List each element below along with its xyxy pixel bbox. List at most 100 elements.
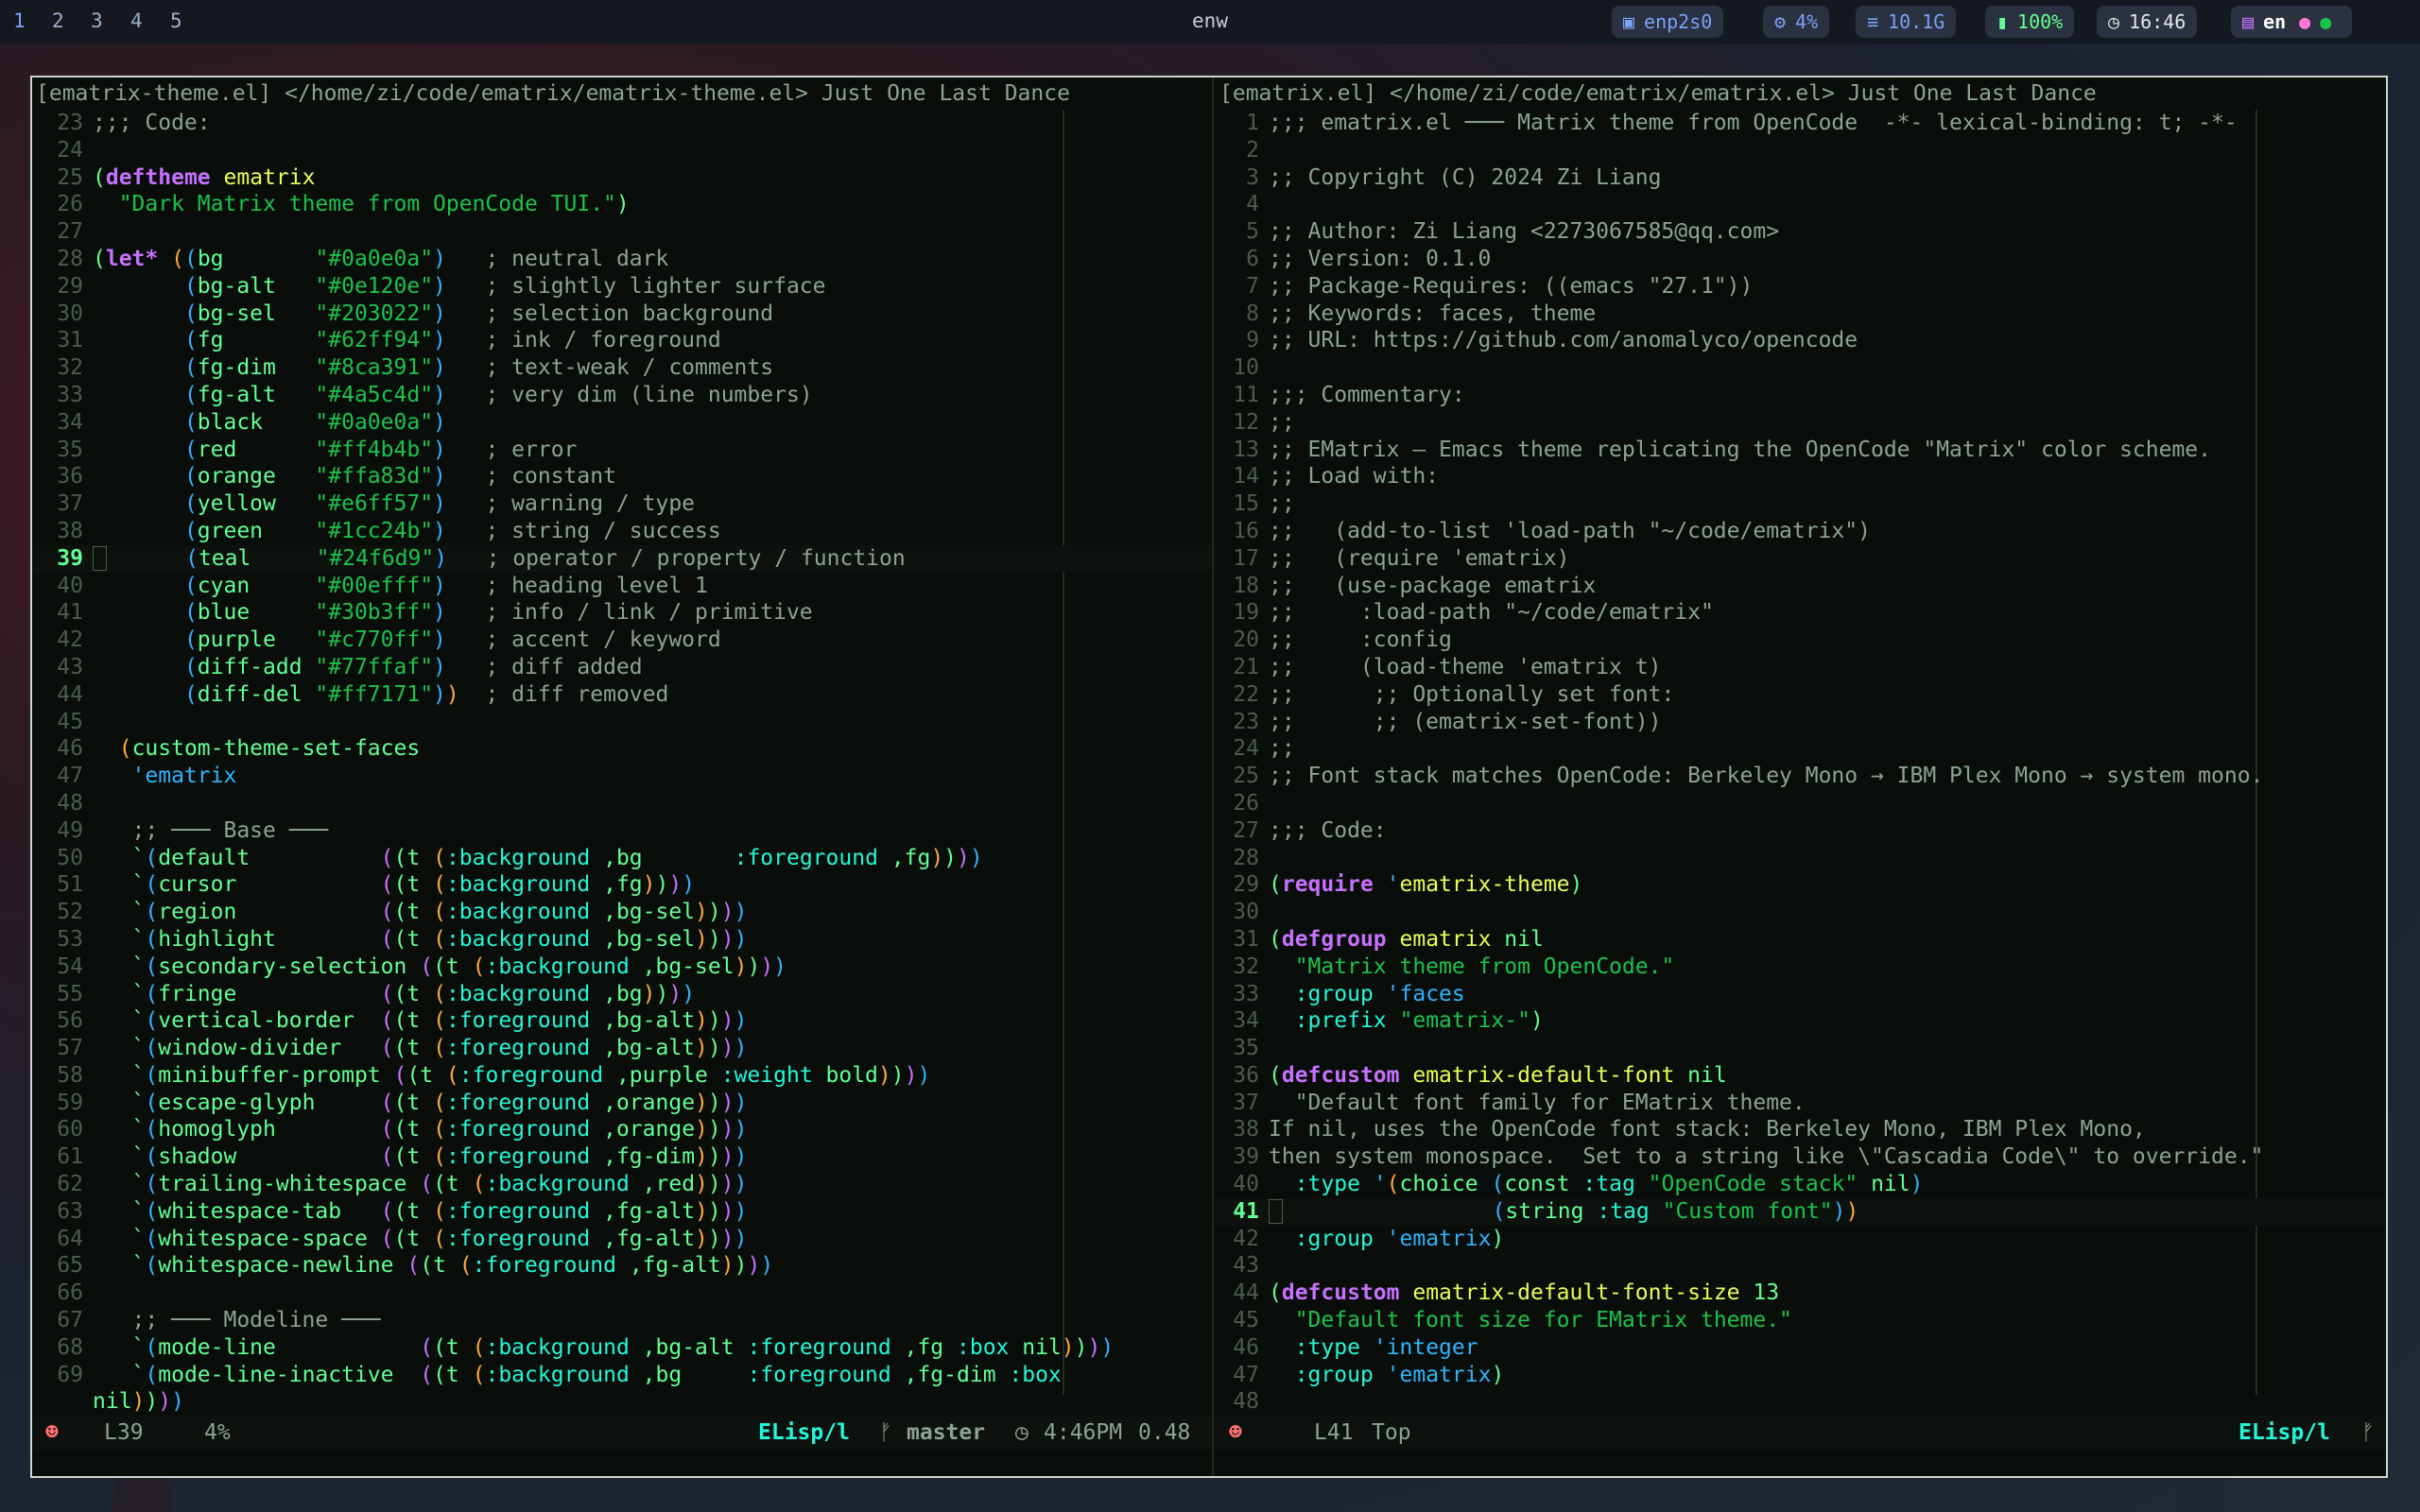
git-branch-icon: ᚠ bbox=[2361, 1420, 2375, 1445]
cpu-widget[interactable]: ⚙ 4% bbox=[1763, 6, 1830, 38]
major-mode[interactable]: ELisp/l bbox=[758, 1416, 850, 1450]
code-line: 64 `(whitespace-space ((t (:foreground ,… bbox=[57, 1226, 748, 1251]
code-line: 28 bbox=[1233, 845, 1259, 870]
code-line: 17;; (require 'ematrix) bbox=[1233, 545, 1570, 571]
code-line: 24 bbox=[57, 137, 83, 163]
code-line: 37 "Default font family for EMatrix them… bbox=[1233, 1090, 1806, 1115]
code-line: 67 ;; ─── Modeline ─── bbox=[57, 1308, 381, 1333]
code-line: 5;; Author: Zi Liang <2273067585@qq.com> bbox=[1246, 219, 1780, 245]
code-line: 45 bbox=[57, 709, 83, 734]
code-line: 33 :group 'faces bbox=[1233, 981, 1465, 1006]
cpu-label: 4% bbox=[1795, 10, 1819, 33]
code-line: 51 `(cursor ((t (:background ,fg)))) bbox=[57, 872, 696, 898]
code-line: 68 `(mode-line ((t (:background ,bg-alt … bbox=[57, 1334, 1115, 1360]
emacs-frame: [ematrix-theme.el] </home/zi/code/ematri… bbox=[30, 76, 2388, 1478]
cat-icon[interactable]: ● bbox=[2299, 6, 2310, 38]
git-branch[interactable]: master bbox=[907, 1416, 985, 1450]
memory-label: 10.1G bbox=[1888, 10, 1945, 33]
clock-icon: ◷ bbox=[2108, 10, 2120, 33]
memory-widget[interactable]: ≡ 10.1G bbox=[1856, 6, 1957, 38]
code-line: 25 (deftheme ematrix bbox=[57, 164, 316, 190]
current-line: 41 (string :tag "Custom font")) bbox=[1216, 1197, 2386, 1226]
wechat-icon[interactable]: ● bbox=[2320, 6, 2331, 38]
code-line: 27 bbox=[57, 219, 83, 245]
network-label: enp2s0 bbox=[1644, 10, 1713, 33]
code-line: 29 (bg-alt "#0e120e") ; slightly lighter… bbox=[57, 273, 826, 299]
code-line: 35 bbox=[1233, 1036, 1259, 1061]
right-mode-line[interactable]: ☻ L41 Top ELisp/l ᚠ bbox=[1216, 1416, 2386, 1450]
cursor bbox=[1269, 1199, 1283, 1225]
code-line: 44 (diff-del "#ff7171")) ; diff removed bbox=[57, 681, 669, 707]
left-header-line: [ematrix-theme.el] </home/zi/code/ematri… bbox=[36, 81, 1070, 106]
clock-widget[interactable]: ◷ 16:46 bbox=[2097, 6, 2198, 38]
code-line: 49 ;; ─── Base ─── bbox=[57, 817, 329, 843]
code-line: 32 (fg-dim "#8ca391") ; text-weak / comm… bbox=[57, 355, 774, 381]
code-line: 66 bbox=[57, 1280, 83, 1306]
code-line: 19;; :load-path "~/code/ematrix" bbox=[1233, 600, 1714, 626]
code-line: 63 `(whitespace-tab ((t (:foreground ,fg… bbox=[57, 1198, 748, 1224]
code-line: 41 (blue "#30b3ff") ; info / link / prim… bbox=[57, 600, 813, 626]
code-line: 32 "Matrix theme from OpenCode." bbox=[1233, 954, 1675, 979]
code-line: 43 bbox=[1233, 1253, 1259, 1279]
code-line: 57 `(window-divider ((t (:foreground ,bg… bbox=[57, 1036, 748, 1061]
code-line: 36 (defcustom ematrix-default-font nil bbox=[1233, 1062, 1727, 1088]
code-line: 1;;; ematrix.el ─── Matrix theme from Op… bbox=[1246, 111, 2238, 135]
code-line: 54 `(secondary-selection ((t (:backgroun… bbox=[57, 954, 787, 979]
code-line: 28 (let* ((bg "#0a0e0a") ; neutral dark bbox=[57, 246, 669, 271]
code-line: 6;; Version: 0.1.0 bbox=[1246, 246, 1492, 271]
code-line: 10 bbox=[1233, 355, 1259, 381]
code-line: 8;; Keywords: faces, theme bbox=[1246, 301, 1597, 326]
top-bar: 1 2 3 4 5 enw ▣ enp2s0 ⚙ 4% ≡ 10.1G ▮ 100% ◷… bbox=[0, 0, 2420, 43]
lang-label: en bbox=[2263, 10, 2287, 33]
major-mode[interactable]: ELisp/l bbox=[2238, 1416, 2330, 1450]
code-line: 34 (black "#0a0e0a") bbox=[57, 409, 446, 435]
code-line: 50 `(default ((t (:background ,bg :foreg… bbox=[57, 845, 983, 870]
code-line: 60 `(homoglyph ((t (:foreground ,orange)… bbox=[57, 1117, 748, 1143]
code-line: 30 (bg-sel "#203022") ; selection backgr… bbox=[57, 301, 774, 326]
right-header-line: [ematrix.el] </home/zi/code/ematrix/emat… bbox=[1219, 81, 2097, 106]
tray-app-icon[interactable]: ▤ bbox=[2242, 6, 2254, 38]
code-line: 48 bbox=[57, 790, 83, 816]
line-position: L41 bbox=[1314, 1420, 1354, 1445]
code-line: 43 (diff-add "#77ffaf") ; diff added bbox=[57, 654, 643, 679]
clock-icon: ◷ bbox=[1015, 1420, 1028, 1445]
code-line: 7;; Package-Requires: ((emacs "27.1")) bbox=[1246, 273, 1754, 299]
left-window[interactable]: [ematrix-theme.el] </home/zi/code/ematri… bbox=[32, 77, 1212, 1476]
network-widget[interactable]: ▣ enp2s0 bbox=[1612, 6, 1724, 38]
code-line: 23;; ;; (ematrix-set-font)) bbox=[1233, 709, 1662, 734]
cpu-icon: ⚙ bbox=[1774, 10, 1787, 33]
tray-widget[interactable]: ▤ en ● ● bbox=[2231, 6, 2353, 38]
code-line: 31 (defgroup ematrix nil bbox=[1233, 926, 1544, 952]
code-line: 16;; (add-to-list 'load-path "~/code/ema… bbox=[1233, 518, 1871, 543]
code-line: 62 `(trailing-whitespace ((t (:backgroun… bbox=[57, 1172, 748, 1197]
code-line: 12;; bbox=[1233, 409, 1295, 435]
right-buffer[interactable]: 1;;; ematrix.el ─── Matrix theme from Op… bbox=[1216, 110, 2386, 1416]
code-line: 61 `(shadow ((t (:foreground ,fg-dim)))) bbox=[57, 1144, 748, 1170]
code-line: 26 "Dark Matrix theme from OpenCode TUI.… bbox=[57, 192, 630, 217]
code-line: 42 (purple "#c770ff") ; accent / keyword bbox=[57, 627, 721, 653]
cursor bbox=[93, 546, 107, 572]
load-average: 0.48 bbox=[1138, 1420, 1191, 1445]
code-line: 40 :type '(choice (const :tag "OpenCode … bbox=[1233, 1172, 1924, 1197]
code-line: 42 :group 'ematrix) bbox=[1233, 1226, 1505, 1251]
code-line: 29 (require 'ematrix-theme) bbox=[1233, 872, 1583, 898]
code-line: 45 "Default font size for EMatrix theme.… bbox=[1233, 1308, 1792, 1333]
code-line: 34 :prefix "ematrix-") bbox=[1233, 1008, 1544, 1034]
line-position: L39 bbox=[104, 1420, 144, 1445]
code-line: 11;;; Commentary: bbox=[1233, 382, 1465, 407]
left-mode-line[interactable]: ☻ L39 4% ELisp/l ᚠ master ◷ 4:46PM 0.48 bbox=[32, 1416, 1212, 1450]
left-buffer[interactable]: 23;;; Code: 24 25 (deftheme ematrix 26 "D… bbox=[32, 110, 1212, 1416]
right-window[interactable]: [ematrix.el] </home/zi/code/ematrix/emat… bbox=[1216, 77, 2386, 1476]
battery-widget[interactable]: ▮ 100% bbox=[1985, 6, 2075, 38]
code-line: 46 (custom-theme-set-faces bbox=[57, 736, 421, 762]
code-line: 22;; ;; Optionally set font: bbox=[1233, 681, 1675, 707]
code-line: 52 `(region ((t (:background ,bg-sel)))) bbox=[57, 900, 748, 925]
code-line: 30 bbox=[1233, 900, 1259, 925]
code-line: 59 `(escape-glyph ((t (:foreground ,oran… bbox=[57, 1090, 748, 1115]
code-line: 26 bbox=[1233, 790, 1259, 816]
code-line: 47 :group 'ematrix) bbox=[1233, 1362, 1505, 1387]
code-line: 3;; Copyright (C) 2024 Zi Liang bbox=[1246, 164, 1662, 190]
mode-line-time: 4:46PM bbox=[1044, 1420, 1123, 1445]
code-line: 46 :type 'integer bbox=[1233, 1334, 1478, 1360]
code-line: 58 `(minibuffer-prompt ((t (:foreground … bbox=[57, 1062, 931, 1088]
